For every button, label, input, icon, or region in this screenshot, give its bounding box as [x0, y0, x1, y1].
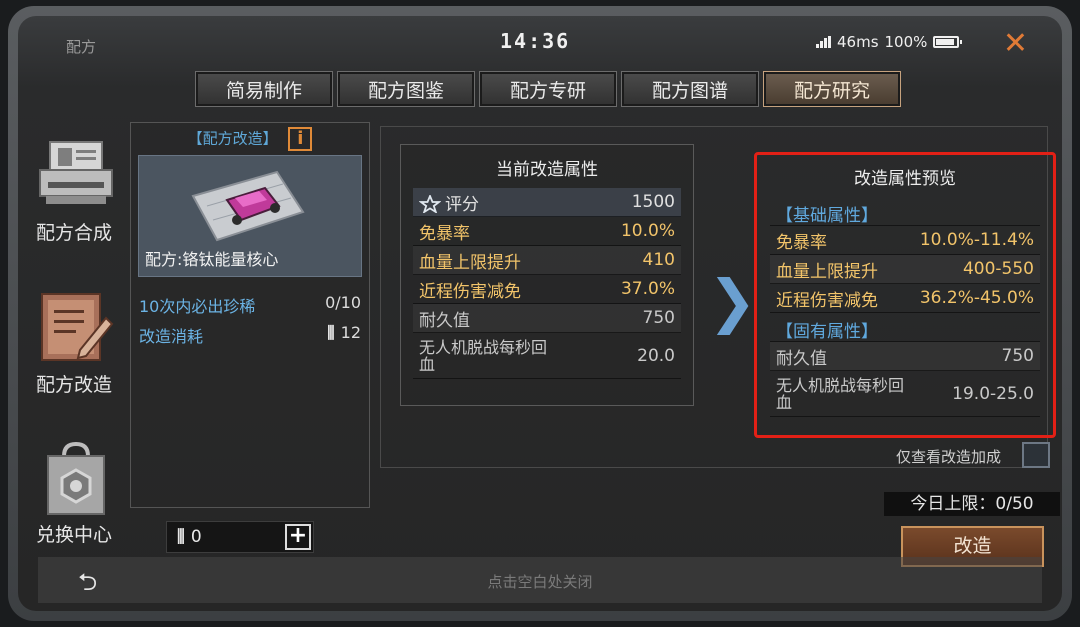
tab-recipe-research[interactable]: 配方研究 — [763, 71, 901, 107]
test-tube-icon: ⫼ — [327, 323, 335, 342]
current-panel-title: 当前改造属性 — [496, 160, 598, 180]
attr-value: 750 — [642, 308, 675, 328]
cost-amount: ⫼ 12 — [327, 323, 361, 347]
sidebar-item-label: 配方改造 — [35, 374, 112, 396]
cost-row: 改造消耗 ⫼ 12 — [139, 323, 361, 347]
attr-label: 无人机脱战每秒回血 — [419, 337, 548, 374]
guarantee-label: 10次内必出珍稀 — [139, 297, 256, 316]
attr-label: 近程伤害减免 — [419, 281, 521, 302]
score-value: 1500 — [631, 192, 675, 212]
clock: 14:36 — [500, 29, 571, 53]
current-attributes-panel: 当前改造属性 评分 1500 免暴率 10.0% 血量上限提升 410 近程伤害减免… — [400, 144, 694, 406]
add-material-button[interactable]: + — [285, 524, 311, 550]
sidebar-item-modify[interactable]: 配方改造 — [18, 288, 130, 428]
current-row-crit: 免暴率 10.0% — [413, 217, 681, 246]
printer-icon — [39, 141, 113, 204]
attr-value: 410 — [642, 250, 675, 270]
battery-value: 100% — [884, 33, 928, 51]
current-row-drone-regen: 无人机脱战每秒回血 20.0 — [413, 333, 681, 379]
highlight-box — [754, 152, 1056, 438]
guarantee-value: 0/10 — [325, 293, 361, 312]
score-label: 评分 — [445, 194, 479, 215]
device-frame: 配方 14:36 46ms 100% ✕ 简易制作 配方图鉴 配方专研 配方图谱… — [8, 6, 1072, 621]
clipboard-pencil-icon — [41, 293, 114, 361]
close-hint: 点击空白处关闭 — [487, 573, 593, 591]
ping-value: 46ms — [837, 33, 879, 51]
recipe-name: 配方:铬钛能量核心 — [145, 250, 279, 269]
sidebar-item-label: 兑换中心 — [35, 524, 112, 546]
game-screen: 配方 14:36 46ms 100% ✕ 简易制作 配方图鉴 配方专研 配方图谱… — [18, 16, 1062, 611]
attr-label: 耐久值 — [419, 310, 470, 331]
cost-value: 12 — [340, 323, 361, 342]
star-icon — [419, 194, 441, 213]
signal-icon — [816, 36, 831, 48]
attr-value: 20.0 — [637, 345, 675, 366]
sidebar: 配方合成 配方改造 兑换中心 — [18, 122, 130, 562]
current-row-melee-reduction: 近程伤害减免 37.0% — [413, 275, 681, 304]
tab-bar: 简易制作 配方图鉴 配方专研 配方图谱 配方研究 — [195, 71, 901, 107]
current-row-durability: 耐久值 750 — [413, 304, 681, 333]
close-icon[interactable]: ✕ — [1003, 26, 1028, 61]
tab-recipe-study[interactable]: 配方专研 — [479, 71, 617, 107]
blueprint-vehicle-icon — [191, 170, 305, 242]
status-bar: 配方 14:36 46ms 100% ✕ — [18, 16, 1062, 66]
owned-value: 0 — [190, 527, 202, 547]
battery-icon — [933, 36, 963, 48]
sidebar-item-label: 配方合成 — [35, 222, 112, 244]
chevron-right-icon: ❯ — [708, 267, 757, 335]
cost-label: 改造消耗 — [139, 327, 204, 346]
bottom-bar[interactable]: ⮌ 点击空白处关闭 — [38, 557, 1042, 603]
recipe-card[interactable]: 配方:铬钛能量核心 — [138, 155, 362, 277]
attr-value: 10.0% — [620, 221, 675, 241]
material-stepper: ⫼ 0 + — [166, 521, 314, 553]
sidebar-item-synthesis[interactable]: 配方合成 — [18, 136, 130, 276]
only-modified-label: 仅查看改造加成 — [896, 448, 1002, 466]
tab-simple-craft[interactable]: 简易制作 — [195, 71, 333, 107]
info-icon[interactable]: i — [288, 127, 313, 151]
guarantee-row: 10次内必出珍稀 0/10 — [139, 293, 361, 317]
shopping-bag-icon — [47, 441, 105, 515]
system-status: 46ms 100% — [816, 33, 963, 51]
attr-label: 免暴率 — [419, 223, 470, 244]
daily-limit: 今日上限：0/50 — [884, 492, 1060, 516]
attr-label: 血量上限提升 — [419, 252, 521, 273]
score-label-wrap: 评分 — [419, 190, 479, 215]
recipe-header: 【配方改造】 i — [131, 123, 369, 151]
recipe-panel: 【配方改造】 i 配方:铬钛能量核心 10次内必出珍稀 0/10 改造消耗 ⫼ … — [130, 122, 370, 508]
recipe-header-label: 【配方改造】 — [187, 129, 278, 148]
current-row-hp: 血量上限提升 410 — [413, 246, 681, 275]
window-title: 配方 — [66, 38, 97, 56]
tab-recipe-atlas[interactable]: 配方图谱 — [621, 71, 759, 107]
only-modified-checkbox[interactable] — [1022, 442, 1050, 468]
test-tube-icon: ⫼ — [177, 527, 185, 547]
tab-recipe-codex[interactable]: 配方图鉴 — [337, 71, 475, 107]
owned-amount: ⫼ 0 — [177, 527, 202, 547]
score-row: 评分 1500 — [413, 188, 681, 217]
attr-value: 37.0% — [620, 279, 675, 299]
